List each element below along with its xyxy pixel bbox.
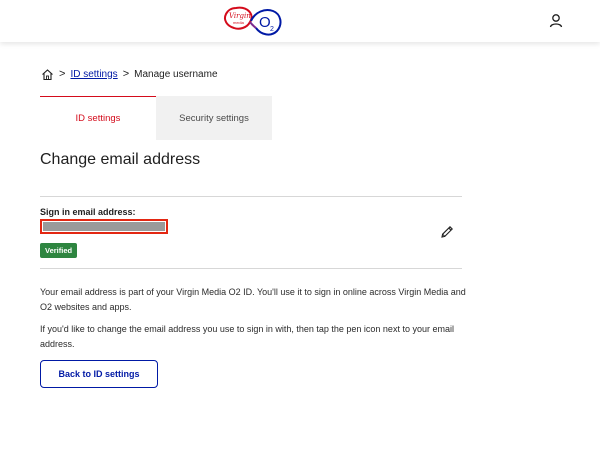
breadcrumb: > ID settings > Manage username (41, 66, 218, 82)
verified-badge: Verified (40, 243, 78, 258)
user-icon (549, 14, 563, 28)
divider (40, 196, 462, 197)
email-value-redacted (40, 219, 168, 234)
svg-text:2: 2 (270, 26, 274, 33)
virgin-media-o2-logo[interactable]: Virgin media O 2 (217, 2, 285, 40)
svg-text:media: media (233, 20, 245, 25)
back-to-id-settings-button[interactable]: Back to ID settings (40, 360, 158, 388)
breadcrumb-separator: > (59, 68, 66, 80)
redaction-bar (43, 222, 165, 231)
breadcrumb-link-id-settings[interactable]: ID settings (70, 69, 117, 80)
divider (40, 268, 462, 269)
tab-security-settings[interactable]: Security settings (156, 96, 272, 140)
info-paragraph: Your email address is part of your Virgi… (40, 287, 466, 312)
svg-text:O: O (259, 14, 271, 31)
settings-tabs: ID settings Security settings (40, 96, 272, 140)
breadcrumb-separator: > (122, 68, 130, 80)
tab-id-settings[interactable]: ID settings (40, 96, 156, 140)
user-account-button[interactable] (546, 11, 566, 31)
home-icon[interactable] (41, 68, 54, 81)
email-label: Sign in email address: (40, 207, 136, 217)
edit-email-button[interactable] (439, 224, 455, 240)
page-title: Change email address (40, 151, 201, 168)
breadcrumb-current: Manage username (134, 68, 218, 80)
svg-text:Virgin: Virgin (229, 12, 251, 20)
pencil-icon (441, 226, 453, 238)
site-header: Virgin media O 2 (0, 0, 600, 42)
instruction-paragraph: If you'd like to change the email addres… (40, 324, 454, 349)
